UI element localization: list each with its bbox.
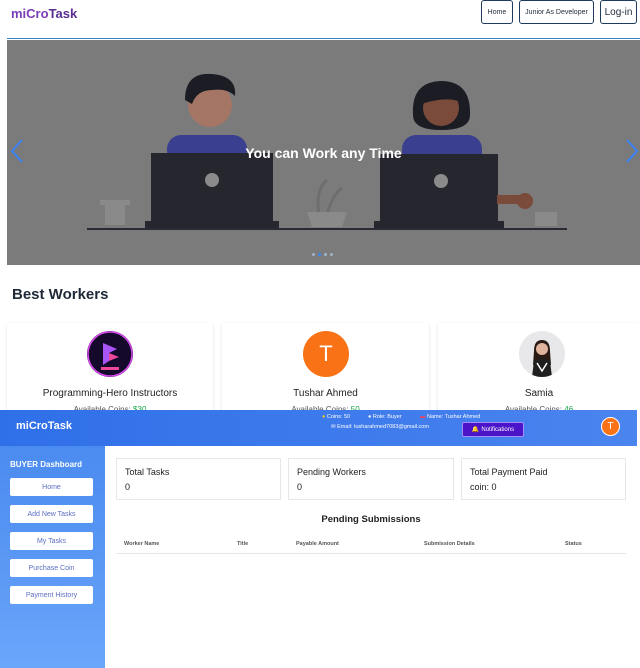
worker-card: Programming-Hero Instructors Available C… [7, 323, 213, 414]
brand-logo[interactable]: miCroTask [11, 6, 77, 21]
stat-card-pending-workers: Pending Workers 0 [288, 458, 454, 500]
notifications-label: Notifications [481, 426, 515, 433]
stat-label: Pending Workers [297, 467, 366, 477]
sidebar-item-payment-history[interactable]: Payment History [10, 586, 93, 604]
carousel-next-icon[interactable] [625, 138, 639, 164]
mail-icon: ✉ [331, 424, 336, 430]
home-nav-button[interactable]: Home [481, 0, 513, 24]
stat-label: Total Tasks [125, 467, 170, 477]
stat-value: coin: 0 [470, 482, 497, 492]
stat-value: 0 [297, 482, 303, 492]
coins-info: ● Coins: 50 [322, 414, 350, 420]
top-navbar: miCroTask Home Junior As Developer Log-i… [0, 0, 640, 34]
worker-avatar [519, 331, 565, 377]
column-header: Title [237, 541, 249, 547]
worker-name: Samia [524, 388, 554, 399]
junior-developer-button[interactable]: Junior As Developer [519, 0, 594, 24]
carousel-dot[interactable] [330, 253, 333, 256]
bell-icon: 🔔 [471, 427, 480, 433]
email-info: ✉ Email: tusharahmed7083@gmail.com [331, 424, 429, 430]
column-header: Status [565, 541, 582, 547]
brand-part1: miCro [11, 6, 49, 21]
column-header: Submission Details [424, 541, 475, 547]
sidebar-item-purchase-coin[interactable]: Purchase Coin [10, 559, 93, 577]
sidebar-item-my-tasks[interactable]: My Tasks [10, 532, 93, 550]
stat-label: Total Payment Paid [470, 467, 548, 477]
coin-icon: ● [322, 414, 326, 420]
carousel-dot[interactable] [324, 253, 327, 256]
column-header: Payable Amount [296, 541, 339, 547]
dashboard-header: miCroTask ● Coins: 50 ● Role: Buyer ▬ Na… [0, 410, 637, 446]
hero-carousel[interactable]: You can Work any Time [7, 40, 640, 265]
carousel-prev-icon[interactable] [10, 138, 24, 164]
name-text: Name: Tushar Ahmed [427, 414, 481, 420]
name-card-icon: ▬ [420, 414, 426, 420]
brand-part2: Task [48, 6, 78, 21]
worker-card: Samia Available Coins: 46 [438, 323, 640, 414]
email-text: Email: tusharahmed7083@gmail.com [337, 424, 429, 430]
navbar-divider [7, 38, 640, 39]
best-workers-title: Best Workers [12, 286, 109, 303]
user-avatar[interactable]: T [601, 417, 620, 436]
pending-submissions-title: Pending Submissions [321, 514, 421, 525]
worker-card: T Tushar Ahmed Available Coins: 50 [222, 323, 429, 414]
carousel-dot-active[interactable] [318, 253, 321, 256]
notifications-button[interactable]: 🔔 Notifications [462, 422, 524, 437]
stat-card-total-tasks: Total Tasks 0 [116, 458, 281, 500]
coins-text: Coins: 50 [326, 414, 351, 420]
person-avatar-icon [519, 331, 565, 377]
stat-value: 0 [125, 482, 131, 492]
role-info: ● Role: Buyer [368, 414, 402, 420]
name-info: ▬ Name: Tushar Ahmed [420, 414, 480, 420]
carousel-dot[interactable] [312, 253, 315, 256]
worker-name: Tushar Ahmed [293, 388, 358, 399]
pending-table-header: Worker Name Title Payable Amount Submiss… [116, 538, 626, 554]
sidebar-item-home[interactable]: Home [10, 478, 93, 496]
worker-name: Programming-Hero Instructors [42, 388, 178, 399]
dashboard-sidebar: BUYER Dashboard Home Add New Tasks My Ta… [0, 446, 105, 668]
column-header: Worker Name [124, 541, 160, 547]
user-icon: ● [368, 414, 372, 420]
dashboard-brand[interactable]: miCroTask [16, 420, 72, 432]
carousel-dots [312, 253, 333, 256]
role-text: Role: Buyer [372, 414, 402, 420]
programming-hero-logo-icon [87, 331, 133, 377]
login-button[interactable]: Log-in [600, 0, 637, 24]
sidebar-item-add-new-tasks[interactable]: Add New Tasks [10, 505, 93, 523]
worker-avatar: T [303, 331, 349, 377]
buyer-dashboard: miCroTask ● Coins: 50 ● Role: Buyer ▬ Na… [0, 410, 640, 668]
stat-card-total-payment: Total Payment Paid coin: 0 [461, 458, 626, 500]
worker-avatar [87, 331, 133, 377]
carousel-caption: You can Work any Time [245, 145, 402, 161]
sidebar-title: BUYER Dashboard [10, 460, 83, 469]
